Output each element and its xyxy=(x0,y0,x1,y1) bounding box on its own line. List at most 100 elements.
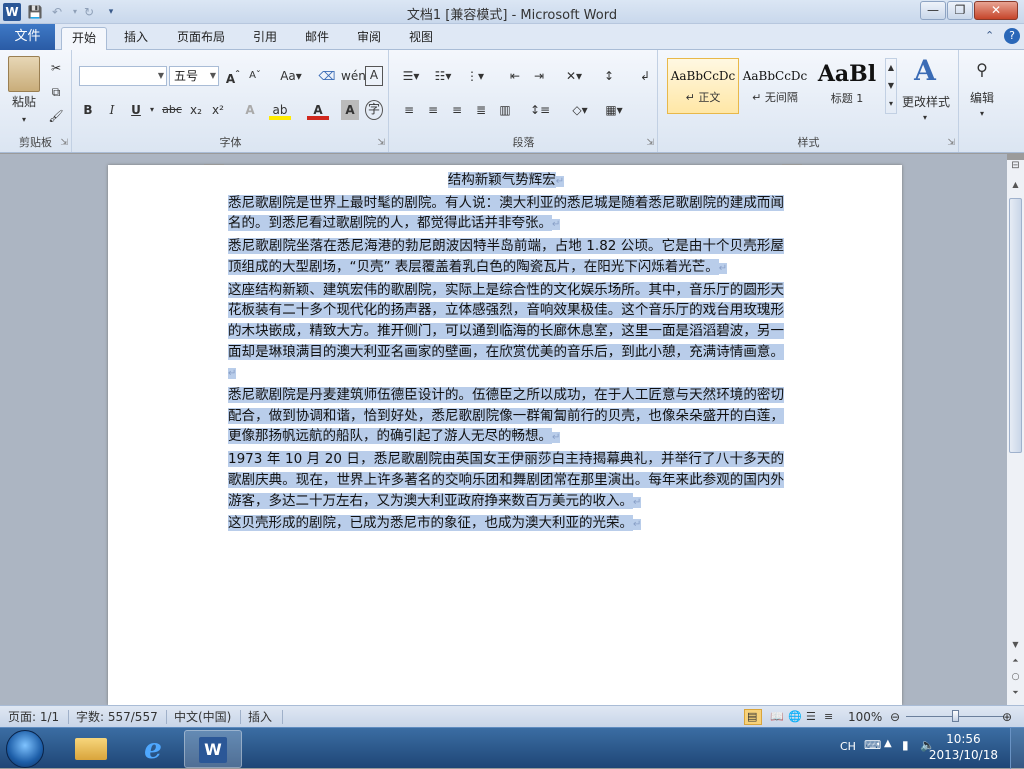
chinese-layout-icon[interactable]: ✕▾ xyxy=(560,66,588,86)
start-button[interactable] xyxy=(6,730,44,768)
italic-button[interactable]: I xyxy=(101,100,123,120)
scroll-down-icon[interactable]: ▼ xyxy=(1009,640,1022,652)
phonetic-guide-icon[interactable]: wén xyxy=(341,66,366,86)
highlight-color-icon[interactable]: ab xyxy=(269,100,291,120)
justify-icon[interactable]: ≣ xyxy=(470,100,492,120)
file-tab[interactable]: 文件 xyxy=(0,24,55,50)
tab-page-layout[interactable]: 页面布局 xyxy=(168,27,234,50)
bold-button[interactable]: B xyxy=(77,100,99,120)
sort-icon[interactable]: ↕ xyxy=(598,66,620,86)
print-layout-view-icon[interactable]: ▤ xyxy=(744,709,763,725)
language-indicator[interactable]: 中文(中国) xyxy=(170,706,235,728)
strikethrough-button[interactable]: abc xyxy=(161,100,183,120)
font-launcher-icon[interactable]: ⇲ xyxy=(377,138,385,148)
distributed-icon[interactable]: ▥ xyxy=(494,100,516,120)
scroll-up-icon[interactable]: ▲ xyxy=(1009,180,1022,194)
select-browse-object-icon[interactable]: ○ xyxy=(1009,672,1022,684)
ruler-toggle-icon[interactable]: ⊟ xyxy=(1009,160,1022,176)
align-left-icon[interactable]: ≡ xyxy=(398,100,420,120)
tab-mailings[interactable]: 邮件 xyxy=(296,27,338,50)
editing-dropdown-icon[interactable]: ▾ xyxy=(974,104,990,124)
font-size-dropdown-icon[interactable]: ▼ xyxy=(210,67,216,85)
shading-icon[interactable]: ◇▾ xyxy=(566,100,594,120)
tab-review[interactable]: 审阅 xyxy=(348,27,390,50)
find-binoculars-icon[interactable]: ⚲ xyxy=(970,60,994,80)
font-color-icon[interactable]: A xyxy=(307,100,329,120)
format-painter-icon[interactable]: 🖌 xyxy=(46,106,66,126)
change-styles-dropdown-icon[interactable]: ▾ xyxy=(917,108,933,128)
minimize-button[interactable]: — xyxy=(920,1,946,20)
zoom-in-icon[interactable]: ⊕ xyxy=(1002,706,1012,728)
tab-insert[interactable]: 插入 xyxy=(115,27,157,50)
maximize-button[interactable]: ❐ xyxy=(947,1,973,20)
paste-icon[interactable] xyxy=(8,56,40,92)
shrink-font-icon[interactable]: Aˇ xyxy=(245,66,265,86)
styles-scroll-icon[interactable]: ▲ ▼ ▾ xyxy=(885,58,897,114)
show-marks-icon[interactable]: ↲ xyxy=(634,66,656,86)
increase-indent-icon[interactable]: ⇥ xyxy=(528,66,550,86)
align-center-icon[interactable]: ≡ xyxy=(422,100,444,120)
page-count[interactable]: 页面: 1/1 xyxy=(4,706,63,728)
clock[interactable]: 10:56 2013/10/18 xyxy=(929,731,998,763)
font-name-dropdown-icon[interactable]: ▼ xyxy=(158,67,164,85)
tab-view[interactable]: 视图 xyxy=(400,27,442,50)
network-icon[interactable]: ▮ xyxy=(902,738,909,752)
word-count[interactable]: 字数: 557/557 xyxy=(72,706,162,728)
draft-view-icon[interactable]: ≡ xyxy=(820,706,837,728)
paragraph: 这座结构新颖、建筑宏伟的歌剧院，实际上是综合性的文化娱乐场所。其中，音乐厅的圆形… xyxy=(228,281,784,360)
show-desktop-button[interactable] xyxy=(1010,728,1024,769)
style-normal[interactable]: AaBbCcDc ↵ 正文 xyxy=(667,58,739,114)
multilevel-list-icon[interactable]: ⋮▾ xyxy=(462,66,488,86)
title-bar: W 💾 ↶ ▾ ↻ ▾ 文档1 [兼容模式] - Microsoft Word … xyxy=(0,0,1024,24)
scrollbar-thumb[interactable] xyxy=(1009,198,1022,453)
outline-view-icon[interactable]: ☰ xyxy=(802,706,820,728)
superscript-button[interactable]: x² xyxy=(207,100,229,120)
input-language[interactable]: CH xyxy=(840,740,856,753)
clear-formatting-icon[interactable]: ⌫ xyxy=(317,66,337,86)
minimize-ribbon-icon[interactable]: ⌃ xyxy=(985,29,994,42)
bullets-icon[interactable]: ☰▾ xyxy=(398,66,424,86)
font-size-combo[interactable]: 五号 ▼ xyxy=(169,66,219,86)
zoom-slider-thumb[interactable] xyxy=(952,710,959,722)
cut-icon[interactable]: ✂ xyxy=(46,58,66,78)
line-spacing-icon[interactable]: ↕≡ xyxy=(526,100,554,120)
borders-icon[interactable]: ▦▾ xyxy=(600,100,628,120)
copy-icon[interactable]: ⧉ xyxy=(46,82,66,102)
grow-font-icon[interactable]: Aˆ xyxy=(223,66,243,86)
character-shading-icon[interactable]: A xyxy=(341,100,359,120)
help-icon[interactable]: ? xyxy=(1004,28,1020,44)
paste-dropdown-icon[interactable]: ▾ xyxy=(16,110,32,130)
underline-dropdown-icon[interactable]: ▾ xyxy=(147,100,157,120)
paragraph-launcher-icon[interactable]: ⇲ xyxy=(646,138,654,148)
font-name-combo[interactable]: ▼ xyxy=(79,66,167,86)
next-page-icon[interactable]: ⏷ xyxy=(1009,688,1022,700)
enclose-characters-icon[interactable]: 字 xyxy=(365,100,383,120)
tab-references[interactable]: 引用 xyxy=(245,27,285,50)
subscript-button[interactable]: x₂ xyxy=(185,100,207,120)
change-case-icon[interactable]: Aa▾ xyxy=(277,66,305,86)
align-right-icon[interactable]: ≡ xyxy=(446,100,468,120)
styles-launcher-icon[interactable]: ⇲ xyxy=(947,138,955,148)
insert-mode-indicator[interactable]: 插入 xyxy=(244,706,276,728)
zoom-out-icon[interactable]: ⊖ xyxy=(886,706,904,728)
internet-explorer-icon[interactable]: e xyxy=(124,730,182,768)
underline-button[interactable]: U xyxy=(125,100,147,120)
clipboard-launcher-icon[interactable]: ⇲ xyxy=(60,138,68,148)
previous-page-icon[interactable]: ⏶ xyxy=(1009,656,1022,668)
numbering-icon[interactable]: ☷▾ xyxy=(430,66,456,86)
text-effects-icon[interactable]: A xyxy=(239,100,261,120)
style-heading-1[interactable]: AaBl 标题 1 xyxy=(811,58,883,114)
tab-home[interactable]: 开始 xyxy=(61,27,107,50)
zoom-level[interactable]: 100% xyxy=(844,706,886,728)
show-hidden-icons-icon[interactable]: ▲ xyxy=(884,738,892,749)
close-button[interactable]: ✕ xyxy=(974,1,1018,20)
style-no-spacing[interactable]: AaBbCcDc ↵ 无间隔 xyxy=(739,58,811,114)
word-taskbar-icon[interactable]: W xyxy=(184,730,242,768)
explorer-folder-icon[interactable] xyxy=(62,730,120,768)
keyboard-icon[interactable]: ⌨ xyxy=(864,738,881,752)
document-body[interactable]: 结构新颖气势辉宏↵ 悉尼歌剧院是世界上最时髦的剧院。有人说：澳大利亚的悉尼城是随… xyxy=(228,170,784,536)
character-border-icon[interactable]: A xyxy=(365,66,383,86)
decrease-indent-icon[interactable]: ⇤ xyxy=(504,66,526,86)
change-styles-icon[interactable]: A xyxy=(905,56,945,86)
paste-button[interactable]: 粘贴 xyxy=(6,92,42,112)
